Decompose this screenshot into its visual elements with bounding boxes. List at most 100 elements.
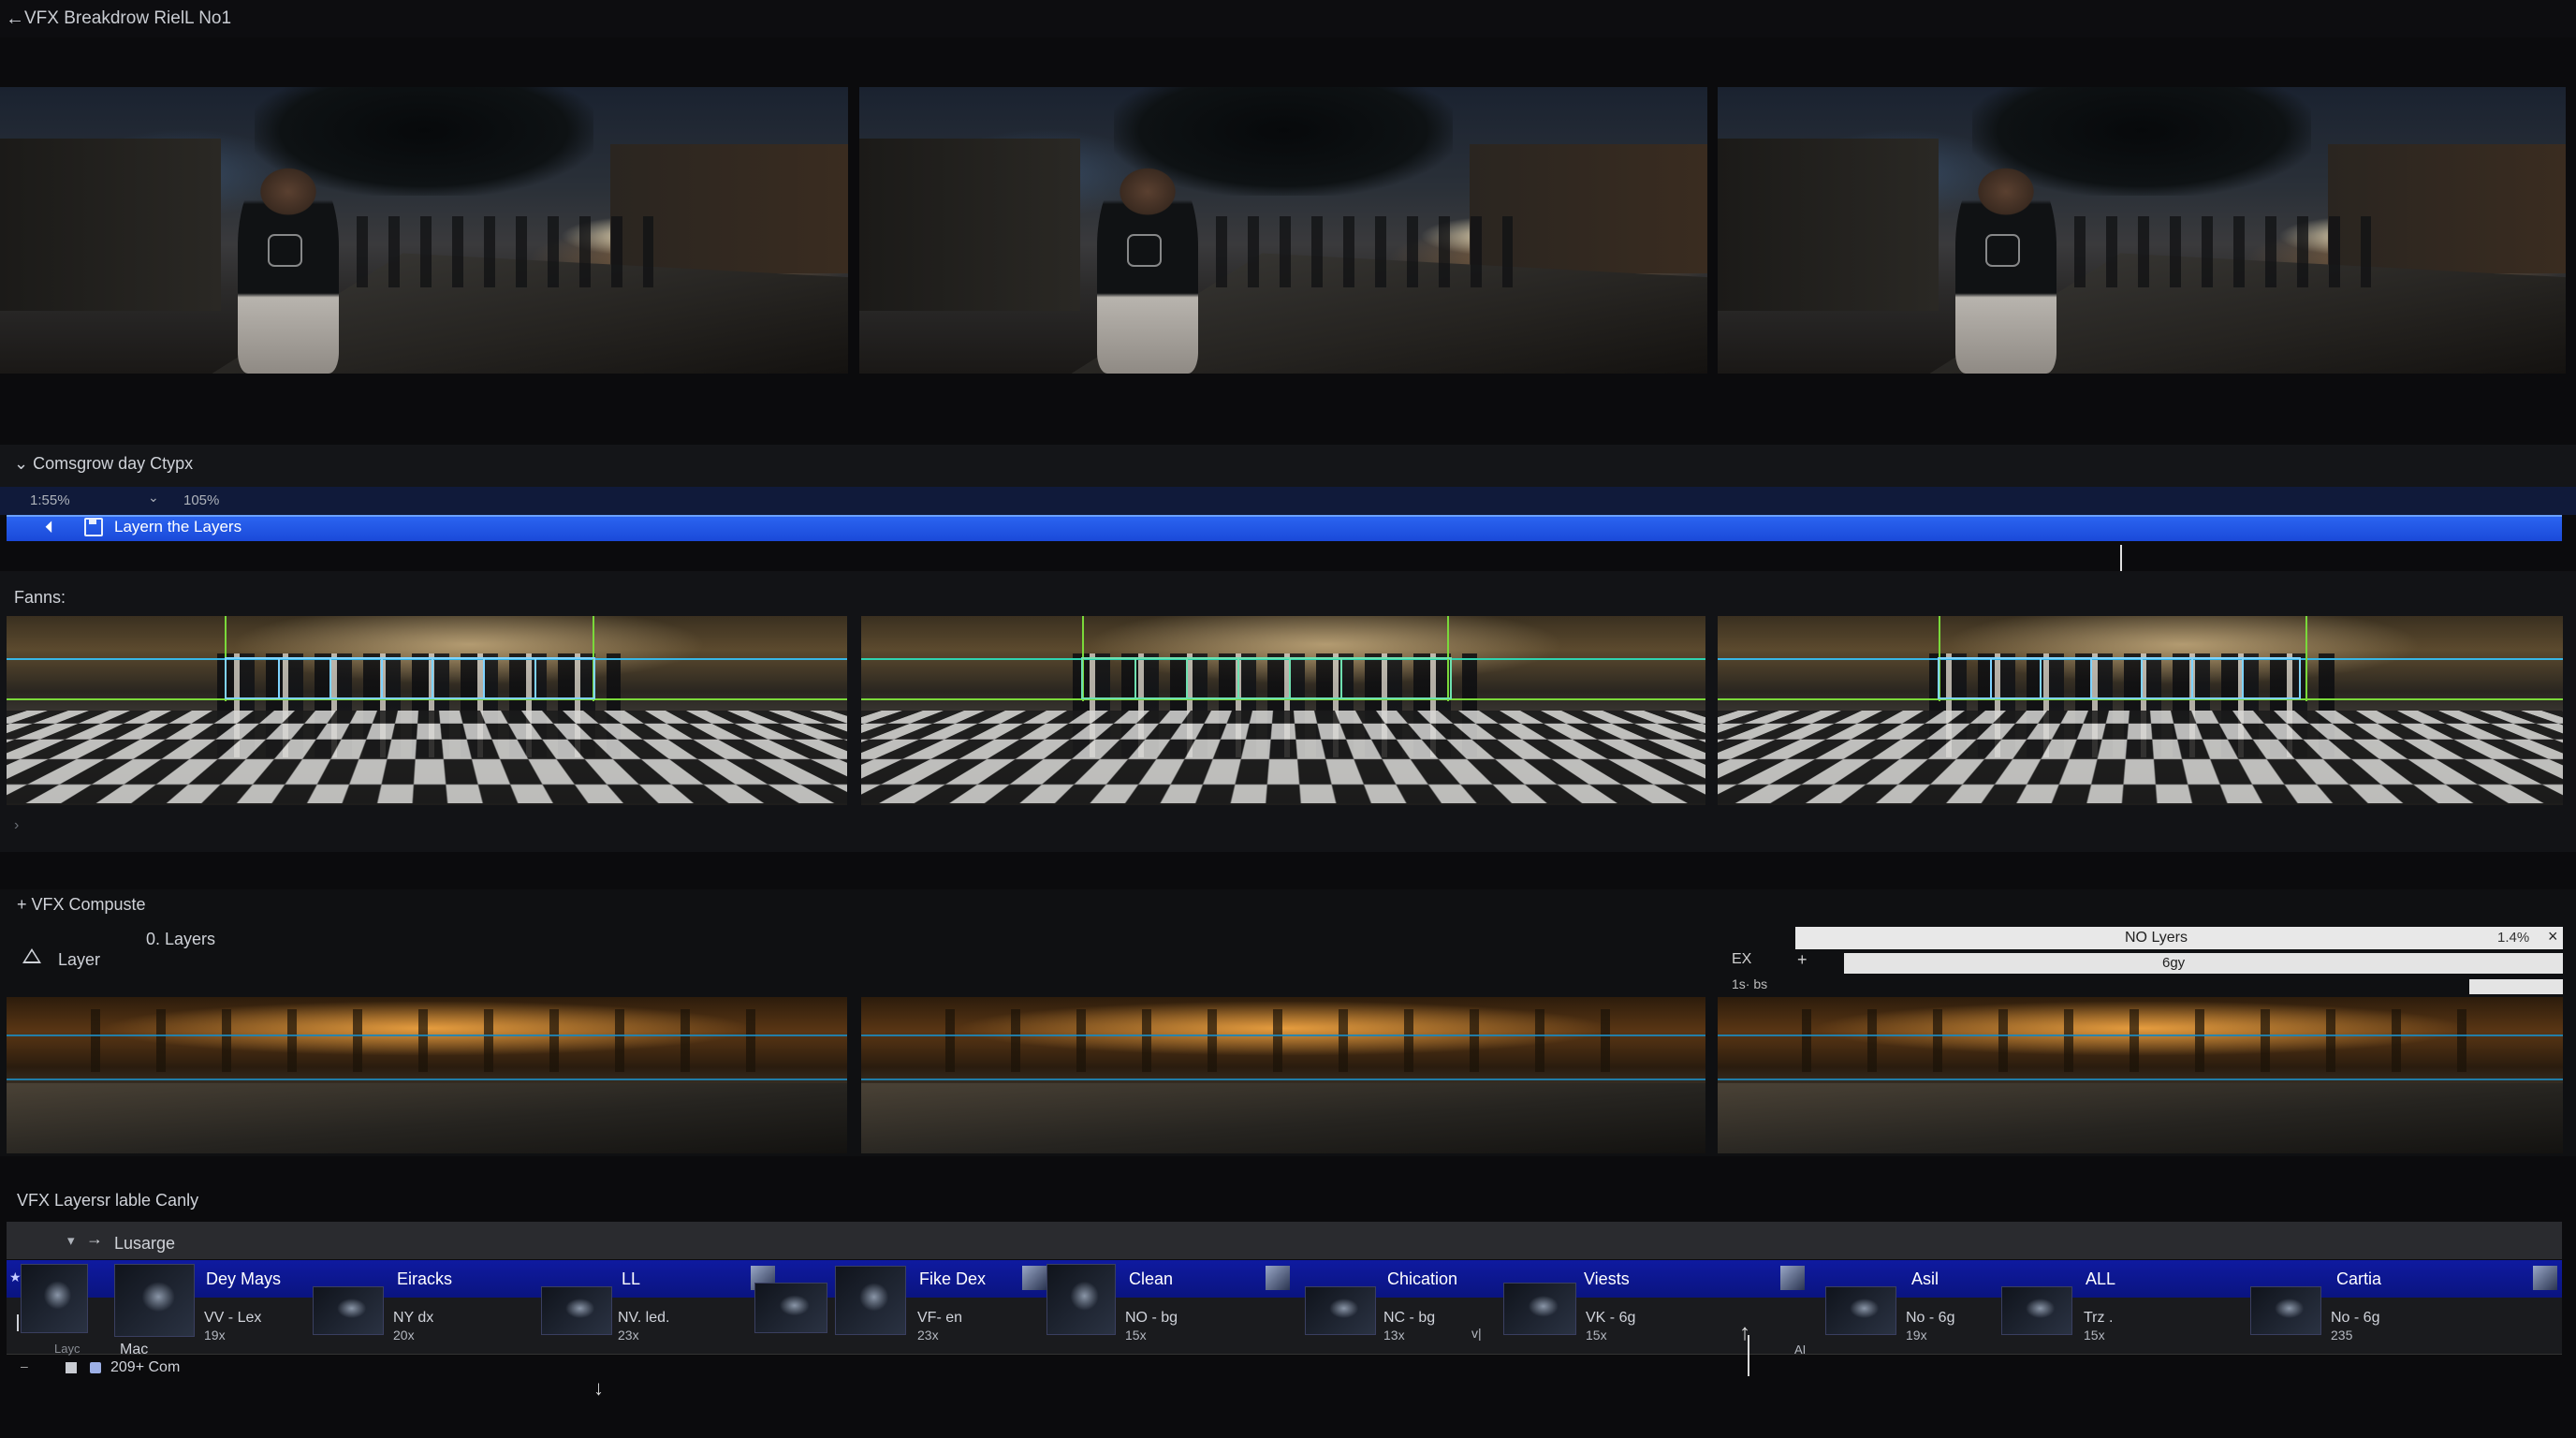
layer-name[interactable]: LL <box>622 1269 640 1289</box>
layer-count: 15x <box>1586 1328 1607 1343</box>
tracking-frame-3[interactable] <box>1718 616 2563 805</box>
layer-count: 20x <box>393 1328 415 1343</box>
warning-icon <box>22 948 41 963</box>
layer-thumbnail[interactable] <box>1305 1286 1376 1335</box>
compose-frame-3[interactable] <box>1718 997 2563 1153</box>
layer-thumbnail[interactable] <box>835 1266 906 1335</box>
zoom-select[interactable]: 1:55% <box>30 492 70 508</box>
layer-value: Trz . <box>2084 1310 2113 1327</box>
overlay-meta: 1s· bs <box>1732 976 1767 991</box>
layer-name[interactable]: Cartia <box>2336 1269 2381 1289</box>
section-title[interactable]: + VFX Compuste <box>17 895 146 915</box>
table-group-header[interactable] <box>7 1222 2562 1259</box>
save-icon[interactable] <box>84 518 103 536</box>
layer-mini-icon[interactable] <box>2533 1266 2557 1290</box>
layer-value: NO - bg <box>1125 1310 1178 1327</box>
layer-name[interactable]: Fike Dex <box>919 1269 986 1289</box>
row-name: Mac <box>120 1342 148 1358</box>
overlay-fx-label: EX <box>1732 951 1751 968</box>
layer-value: VK - 6g <box>1586 1310 1635 1327</box>
layer-value: NC - bg <box>1383 1310 1435 1327</box>
row-small-label: Layc <box>54 1342 80 1356</box>
layer-value: NV. led. <box>618 1310 669 1327</box>
layer-name[interactable]: Dey Mays <box>206 1269 281 1289</box>
layer-name[interactable]: Asil <box>1911 1269 1939 1289</box>
layer-name[interactable]: ALL <box>2086 1269 2115 1289</box>
layer-thumbnail[interactable] <box>114 1264 195 1337</box>
layer-thumbnail[interactable] <box>1503 1283 1576 1335</box>
layer-count: 15x <box>2084 1328 2105 1343</box>
layer-value: VV - Lex <box>204 1310 261 1327</box>
layer-name[interactable]: Viests <box>1584 1269 1630 1289</box>
layer-thumbnail[interactable] <box>2001 1286 2072 1335</box>
layer-count: 19x <box>1906 1328 1927 1343</box>
chevron-down-icon[interactable]: ▾ <box>67 1232 75 1249</box>
ai-label: AI <box>1794 1343 1806 1357</box>
row-summary: 209+ Com <box>110 1359 180 1376</box>
layer-mini-icon[interactable] <box>1022 1266 1046 1290</box>
layer-count: 19x <box>204 1328 226 1343</box>
layer-thumbnail[interactable] <box>1825 1286 1896 1335</box>
layer-thumbnail[interactable] <box>754 1283 827 1333</box>
compose-frame-2[interactable] <box>861 997 1705 1153</box>
layer-count: 23x <box>618 1328 639 1343</box>
rewind-icon[interactable]: ⏴ <box>45 518 53 537</box>
preview-frame-3[interactable] <box>1718 87 2566 374</box>
layers-bar[interactable] <box>7 515 2562 541</box>
layer-value: No - 6g <box>1906 1310 1954 1327</box>
layer-thumbnail[interactable] <box>541 1286 612 1335</box>
overlay-field[interactable] <box>1844 953 2563 974</box>
close-icon[interactable]: × <box>2548 927 2558 946</box>
tracking-frame-1[interactable] <box>7 616 847 805</box>
layer-thumbnail[interactable] <box>21 1264 88 1333</box>
page-title: VFX Breakdrow RielL No1 <box>24 8 231 29</box>
expand-icon[interactable]: › <box>14 817 19 834</box>
layer-value: No - 6g <box>2331 1310 2379 1327</box>
overlay-percent: 1.4% <box>2497 930 2529 946</box>
zoom-value: 105% <box>183 492 219 508</box>
bookmark-icon[interactable] <box>66 1362 77 1373</box>
overlay-title: NO Lyers <box>2125 930 2188 946</box>
tracking-frame-2[interactable] <box>861 616 1705 805</box>
arrow-down-icon: ↓ <box>593 1376 604 1401</box>
layer-label: Layer <box>58 950 100 970</box>
section-header <box>0 445 2576 488</box>
layer-count: 235 <box>2331 1328 2352 1343</box>
layers-bar-label: Layern the Layers <box>114 518 242 536</box>
layer-thumbnail[interactable] <box>1046 1264 1116 1335</box>
overlay-field-value: 6gy <box>2162 955 2185 971</box>
preview-frame-2[interactable] <box>859 87 1707 374</box>
group-name: Lusarge <box>114 1234 175 1254</box>
table-title: VFX Layersr lable Canly <box>17 1191 198 1211</box>
layer-name[interactable]: Eiracks <box>397 1269 452 1289</box>
timeline-cursor[interactable] <box>1748 1335 1749 1376</box>
layer-value: NY dx <box>393 1310 433 1327</box>
section-title: Fanns: <box>14 588 66 608</box>
overlay-slider[interactable] <box>2469 979 2563 994</box>
layer-mini-icon[interactable] <box>1780 1266 1805 1290</box>
home-icon[interactable] <box>90 1362 101 1373</box>
layers-count: 0. Layers <box>146 930 215 949</box>
star-icon[interactable]: ★ <box>9 1269 22 1285</box>
preview-frame-1[interactable] <box>0 87 848 374</box>
compose-frame-1[interactable] <box>7 997 847 1153</box>
layer-value: VF- en <box>917 1310 962 1327</box>
arrow-left-icon[interactable]: ← <box>6 8 24 30</box>
layer-name[interactable]: Chication <box>1387 1269 1457 1289</box>
drag-handle-icon[interactable] <box>17 1314 19 1331</box>
section-title[interactable]: ⌄ Comsgrow day Ctypx <box>14 454 193 474</box>
layer-name[interactable]: Clean <box>1129 1269 1173 1289</box>
layer-count: 13x <box>1383 1328 1405 1343</box>
add-icon[interactable]: + <box>1797 950 1808 970</box>
layer-thumbnail[interactable] <box>2250 1286 2321 1335</box>
layer-thumbnail[interactable] <box>313 1286 384 1335</box>
layer-count: 15x <box>1125 1328 1147 1343</box>
layer-count: 23x <box>917 1328 939 1343</box>
arrow-right-icon: → <box>86 1229 103 1249</box>
collapse-icon[interactable]: – <box>21 1358 28 1373</box>
layer-mini-icon[interactable] <box>1266 1266 1290 1290</box>
split-icon[interactable]: v| <box>1471 1326 1482 1341</box>
chevron-down-icon[interactable]: ⌄ <box>148 490 159 506</box>
zoom-row <box>0 487 2576 515</box>
title-bar <box>0 0 2576 37</box>
